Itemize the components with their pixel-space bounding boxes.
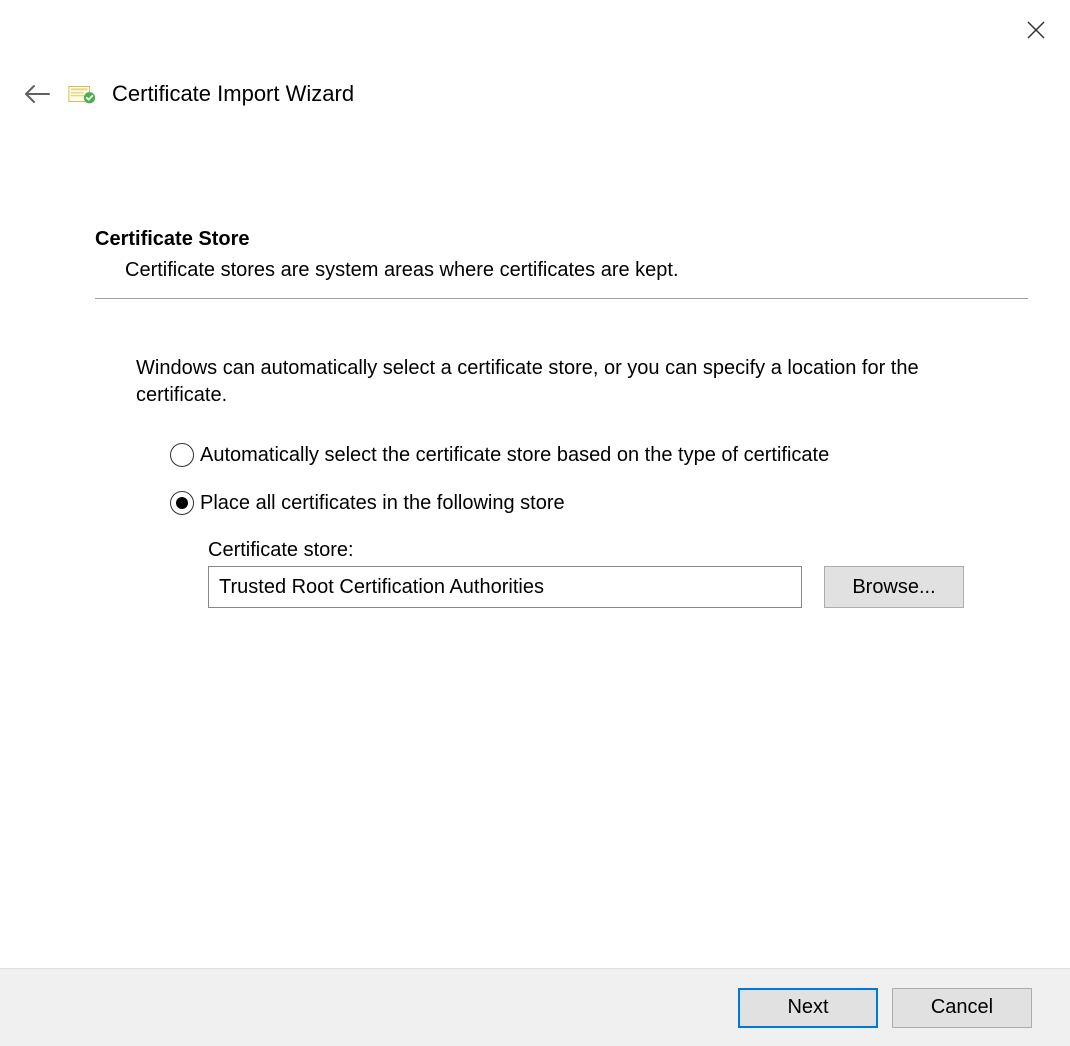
radio-auto-label: Automatically select the certificate sto… [200, 444, 829, 467]
section-description: Certificate stores are system areas wher… [95, 259, 1028, 282]
close-icon [1027, 21, 1045, 39]
back-button[interactable] [22, 79, 52, 109]
instruction-text: Windows can automatically select a certi… [95, 355, 965, 409]
wizard-content: Certificate Store Certificate stores are… [0, 110, 1070, 608]
certificate-icon [66, 78, 98, 110]
wizard-header: Certificate Import Wizard [0, 0, 1070, 110]
wizard-title: Certificate Import Wizard [112, 81, 354, 107]
radio-group: Automatically select the certificate sto… [95, 443, 1028, 515]
browse-button[interactable]: Browse... [824, 566, 964, 608]
section-title: Certificate Store [95, 228, 1028, 251]
cancel-button[interactable]: Cancel [892, 988, 1032, 1028]
back-arrow-icon [24, 84, 50, 104]
divider [95, 298, 1028, 299]
radio-place-label: Place all certificates in the following … [200, 492, 565, 515]
radio-icon [170, 491, 194, 515]
radio-place-all[interactable]: Place all certificates in the following … [170, 491, 1028, 515]
radio-icon [170, 443, 194, 467]
close-button[interactable] [1024, 18, 1048, 42]
store-label: Certificate store: [208, 539, 1028, 562]
store-row: Browse... [208, 566, 1028, 608]
store-section: Certificate store: Browse... [95, 539, 1028, 608]
radio-auto-select[interactable]: Automatically select the certificate sto… [170, 443, 1028, 467]
certificate-store-input[interactable] [208, 566, 802, 608]
next-button[interactable]: Next [738, 988, 878, 1028]
wizard-footer: Next Cancel [0, 968, 1070, 1046]
